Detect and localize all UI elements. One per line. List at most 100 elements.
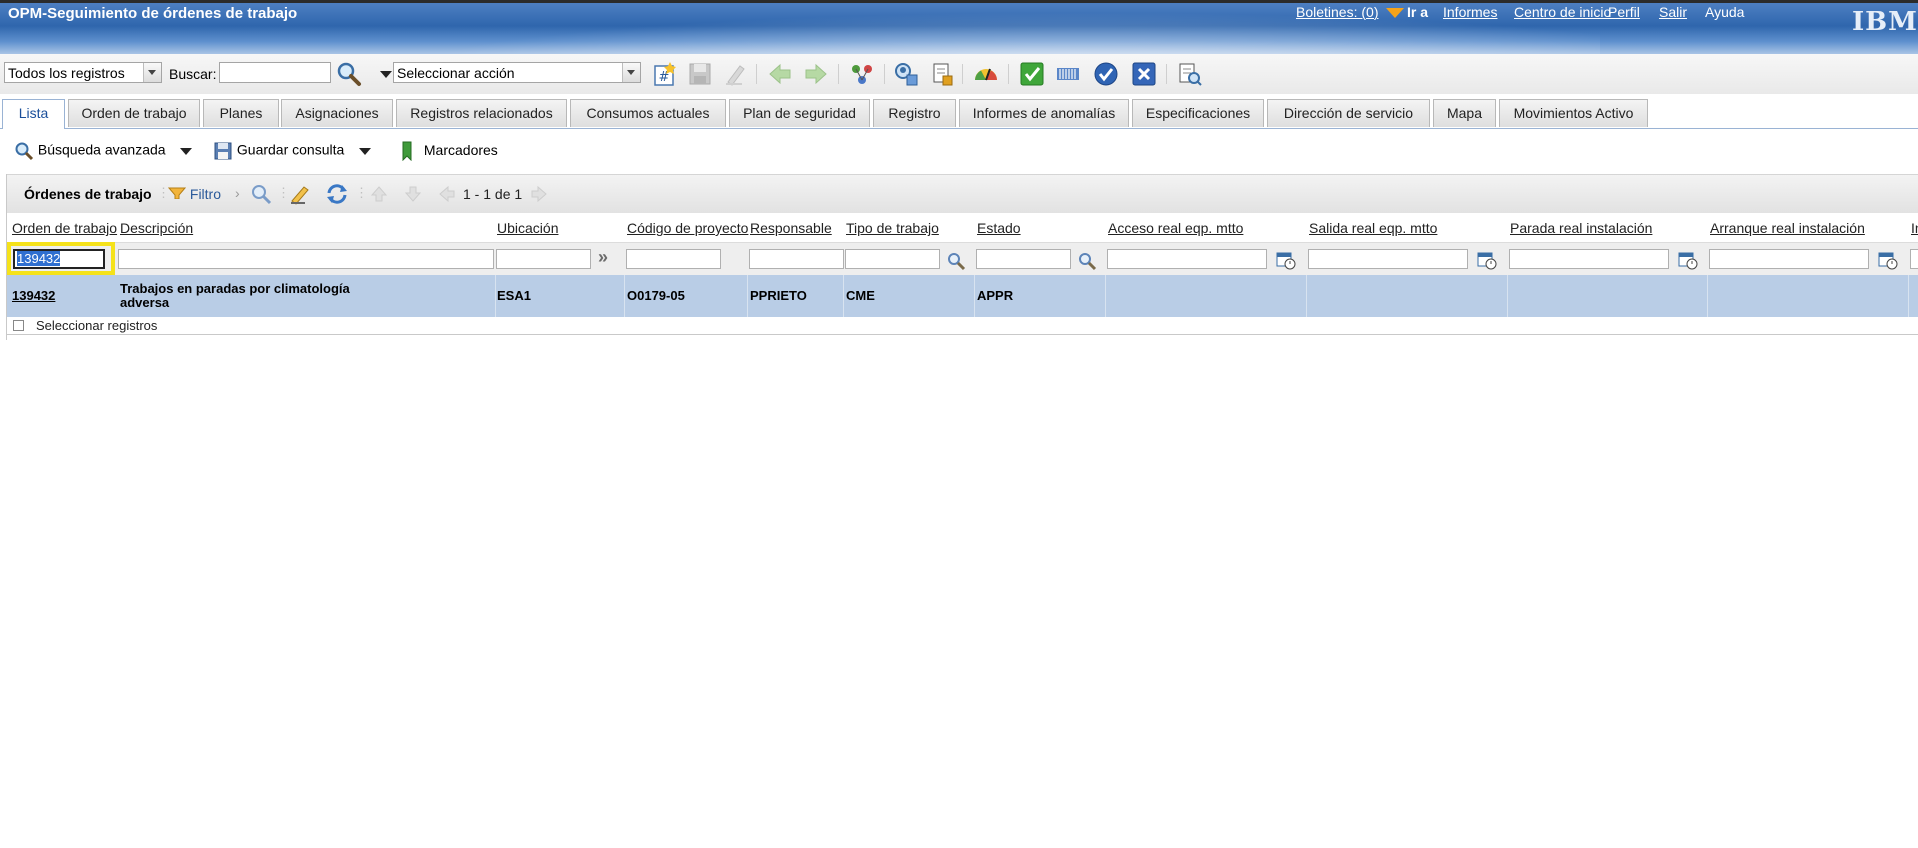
- tab-registro[interactable]: Registro: [873, 99, 956, 127]
- gauge-icon[interactable]: [972, 60, 1000, 88]
- barcode-icon[interactable]: [1054, 60, 1082, 88]
- filter-salida-input[interactable]: [1308, 249, 1468, 269]
- help-link[interactable]: Ayuda: [1705, 4, 1744, 20]
- previous-arrow-icon[interactable]: [437, 184, 457, 204]
- col-estado[interactable]: Estado: [977, 220, 1021, 236]
- filter-parada-input[interactable]: [1509, 249, 1669, 269]
- tab-planes[interactable]: Planes: [203, 99, 279, 127]
- col-descripcion[interactable]: Descripción: [120, 220, 193, 236]
- chevron-down-icon[interactable]: [180, 148, 192, 155]
- clear-changes-icon[interactable]: [722, 60, 750, 88]
- start-center-link[interactable]: Centro de inicio: [1514, 4, 1611, 20]
- cell-responsable: PPRIETO: [750, 288, 807, 303]
- previous-record-icon[interactable]: [766, 60, 794, 88]
- double-chevron-right-icon[interactable]: »: [598, 247, 608, 268]
- clear-filter-icon[interactable]: [289, 183, 311, 205]
- new-record-icon[interactable]: #: [650, 60, 678, 88]
- next-arrow-icon[interactable]: [529, 184, 549, 204]
- calendar-icon[interactable]: [1476, 249, 1498, 271]
- tab-lista[interactable]: Lista: [2, 99, 65, 129]
- previous-page-icon[interactable]: [403, 184, 423, 204]
- save-icon[interactable]: [686, 60, 714, 88]
- tab-plan-de-seguridad[interactable]: Plan de seguridad: [729, 99, 870, 127]
- filter-descripcion-input[interactable]: [118, 249, 494, 269]
- col-orden-de-trabajo[interactable]: Orden de trabajo: [12, 220, 117, 236]
- approve-checkbox-icon[interactable]: [1018, 60, 1046, 88]
- calendar-icon[interactable]: [1275, 249, 1297, 271]
- cell-ubicacion: ESA1: [497, 288, 531, 303]
- filter-responsable-input[interactable]: [749, 249, 844, 269]
- assign-icon[interactable]: [892, 60, 920, 88]
- search-input[interactable]: [219, 62, 331, 83]
- app-title: OPM-Seguimiento de órdenes de trabajo: [8, 5, 298, 22]
- signout-link[interactable]: Salir: [1659, 4, 1687, 20]
- column-divider: [1306, 275, 1307, 317]
- filter-ubicacion-input[interactable]: [496, 249, 591, 269]
- profile-link[interactable]: Perfil: [1608, 4, 1640, 20]
- refresh-icon[interactable]: [325, 182, 349, 206]
- filter-button[interactable]: Filtro: [167, 186, 221, 202]
- tab-mapa[interactable]: Mapa: [1433, 99, 1496, 127]
- first-page-icon[interactable]: [369, 184, 389, 204]
- column-divider: [843, 275, 844, 317]
- search-options-icon[interactable]: [372, 60, 392, 88]
- tab-consumos-actuales[interactable]: Consumos actuales: [570, 99, 726, 127]
- bulletins-link[interactable]: Boletines: (0): [1296, 4, 1378, 20]
- reports-link[interactable]: Informes: [1443, 4, 1497, 20]
- calendar-icon[interactable]: [1677, 249, 1699, 271]
- next-record-icon[interactable]: [802, 60, 830, 88]
- records-filter-select[interactable]: Todos los registros: [4, 62, 162, 83]
- filter-acceso-input[interactable]: [1107, 249, 1267, 269]
- workflow-icon[interactable]: [848, 60, 876, 88]
- col-tipo-de-trabajo[interactable]: Tipo de trabajo: [846, 220, 939, 236]
- find-icon[interactable]: [250, 183, 272, 205]
- cancel-icon[interactable]: [1130, 60, 1158, 88]
- calendar-icon[interactable]: [1877, 249, 1899, 271]
- cell-codigo-proyecto: O0179-05: [627, 288, 685, 303]
- bookmarks-button[interactable]: Marcadores: [400, 141, 498, 162]
- filter-codigo-input[interactable]: [626, 249, 721, 269]
- col-arranque-real[interactable]: Arranque real instalación: [1710, 220, 1865, 236]
- select-records-checkbox[interactable]: [13, 320, 24, 331]
- tab-movimientos-activo[interactable]: Movimientos Activo: [1499, 99, 1648, 127]
- document-icon[interactable]: [928, 60, 956, 88]
- save-query-button[interactable]: Guardar consulta: [213, 141, 344, 161]
- work-orders-table: Órdenes de trabajo ⋮ Filtro › ⋮ ⋮ 1 - 1 …: [6, 174, 1918, 340]
- search-icon[interactable]: [335, 60, 363, 88]
- view-details-icon[interactable]: [1176, 60, 1204, 88]
- confirm-icon[interactable]: [1092, 60, 1120, 88]
- filter-tipo-input[interactable]: [845, 249, 940, 269]
- col-codigo-de-proyecto[interactable]: Código de proyecto: [627, 220, 748, 236]
- col-ubicacion[interactable]: Ubicación: [497, 220, 558, 236]
- col-salida-real[interactable]: Salida real eqp. mtto: [1309, 220, 1437, 236]
- bookmarks-label: Marcadores: [423, 141, 498, 158]
- table-row[interactable]: 139432 Trabajos en paradas por climatolo…: [7, 275, 1918, 317]
- chevron-down-icon: [143, 63, 161, 82]
- cell-orden-link[interactable]: 139432: [12, 288, 55, 303]
- action-select[interactable]: Seleccionar acción: [393, 62, 641, 83]
- select-records-label[interactable]: Seleccionar registros: [36, 318, 157, 333]
- advanced-search-button[interactable]: Búsqueda avanzada: [14, 141, 166, 161]
- chevron-down-icon[interactable]: [359, 148, 371, 155]
- col-in[interactable]: In: [1911, 220, 1918, 236]
- tab-especificaciones[interactable]: Especificaciones: [1132, 99, 1264, 127]
- records-filter-value: Todos los registros: [8, 65, 125, 81]
- toolbar-divider: [838, 64, 839, 84]
- cell-estado: APPR: [977, 288, 1014, 303]
- lookup-estado-icon[interactable]: [1077, 251, 1097, 271]
- tab-informes-de-anomalias[interactable]: Informes de anomalías: [959, 99, 1129, 127]
- col-acceso-real[interactable]: Acceso real eqp. mtto: [1108, 220, 1243, 236]
- lookup-tipo-icon[interactable]: [946, 251, 966, 271]
- goto-menu[interactable]: Ir a: [1386, 4, 1428, 20]
- table-title-bar: Órdenes de trabajo ⋮ Filtro › ⋮ ⋮ 1 - 1 …: [7, 174, 1918, 214]
- filter-estado-input[interactable]: [976, 249, 1071, 269]
- tab-registros-relacionados[interactable]: Registros relacionados: [396, 99, 567, 127]
- filter-in-input[interactable]: [1910, 249, 1918, 269]
- tab-direccion-de-servicio[interactable]: Dirección de servicio: [1267, 99, 1430, 127]
- tab-asignaciones[interactable]: Asignaciones: [281, 99, 393, 127]
- col-parada-real[interactable]: Parada real instalación: [1510, 220, 1652, 236]
- filter-arranque-input[interactable]: [1709, 249, 1869, 269]
- col-responsable[interactable]: Responsable: [750, 220, 832, 236]
- filter-orden-input[interactable]: 139432: [13, 249, 105, 269]
- tab-orden-de-trabajo[interactable]: Orden de trabajo: [68, 99, 200, 127]
